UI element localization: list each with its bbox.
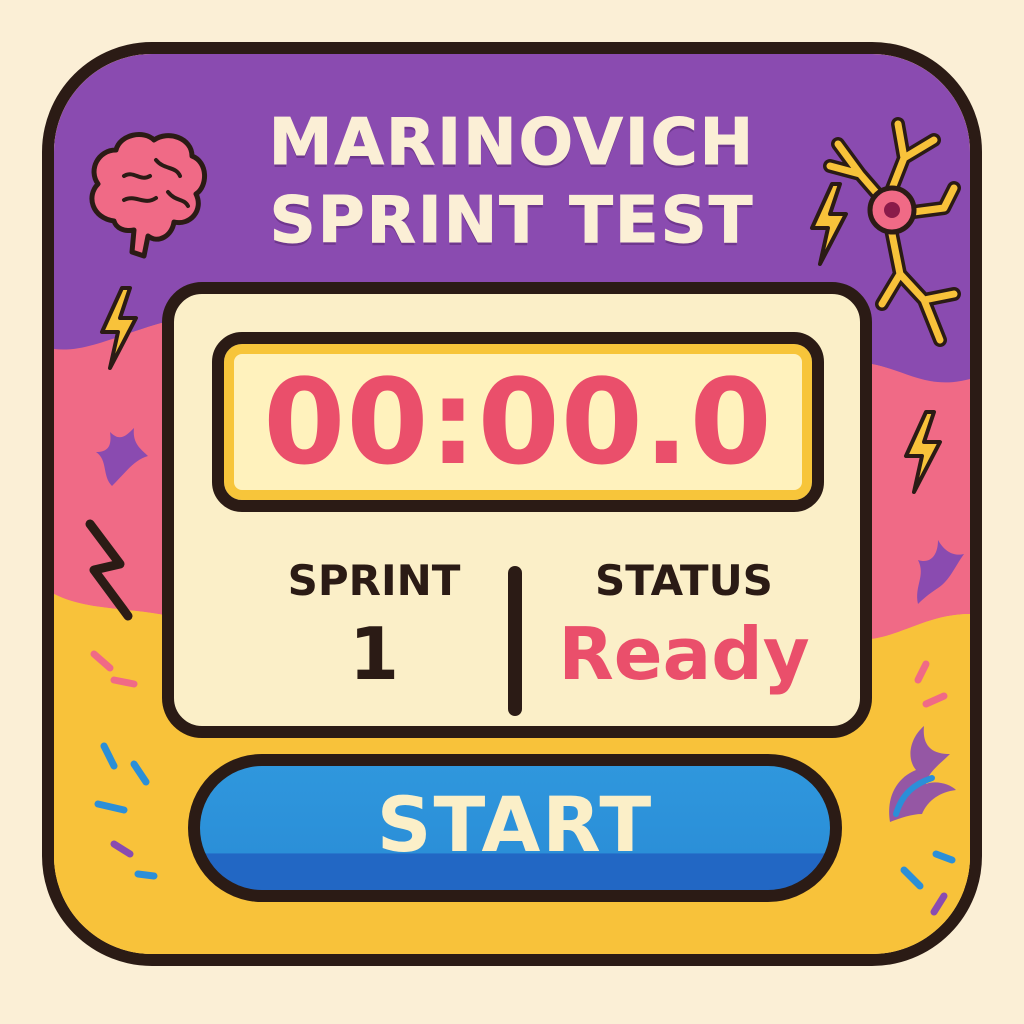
stats-divider [508, 566, 522, 716]
start-button[interactable]: START [200, 766, 830, 890]
lightning-bolt-icon [100, 286, 138, 370]
lightning-bolt-icon [85, 519, 133, 621]
splash-icon [917, 540, 964, 604]
sprint-value: 1 [348, 612, 400, 696]
start-button-label: START [376, 779, 654, 869]
app-card: MARINOVICH SPRINT TEST 00:00.0 SPRINT 1 … [42, 42, 982, 966]
lightning-bolt-icon [810, 182, 848, 266]
timer-value: 00:00.0 [263, 353, 773, 491]
sprint-label: SPRINT [287, 556, 461, 605]
dash-marks [90, 650, 158, 880]
start-button-frame: START [188, 754, 842, 902]
status-value: Ready [558, 612, 810, 696]
dash-marks [900, 660, 956, 916]
splash-icon [96, 428, 148, 486]
status-label: STATUS [595, 556, 773, 605]
brain-icon [89, 132, 207, 259]
timer-display: 00:00.0 [212, 332, 824, 512]
timer-panel: 00:00.0 SPRINT 1 STATUS Ready [162, 282, 872, 738]
lightning-bolt-icon [904, 410, 942, 494]
